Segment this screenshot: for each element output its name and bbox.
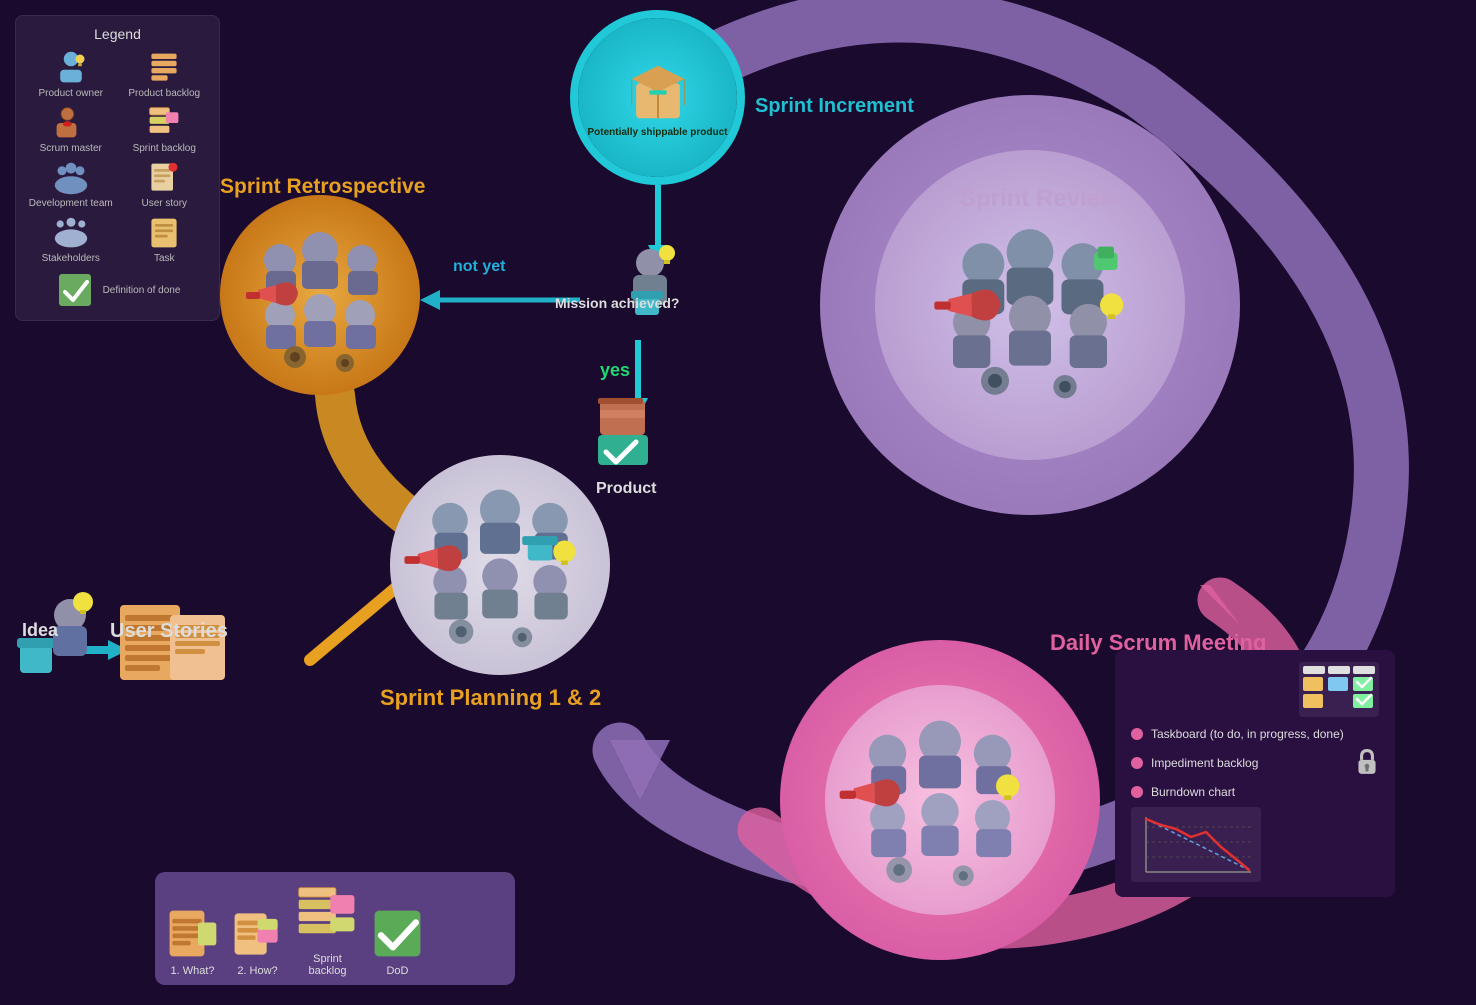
sprint-planning-box: 1. What? 2. How? Sprint backlog (155, 872, 515, 985)
product-label: Product (596, 480, 656, 498)
planning-what-icon (165, 906, 220, 961)
daily-scrum-inner (825, 685, 1055, 915)
sprint-planning-circle (390, 455, 610, 675)
mission-person-icon (615, 245, 685, 335)
planning-sprintbacklog-label: Sprint backlog (295, 953, 360, 977)
idea-label: Idea (22, 620, 58, 641)
daily-scrum-legend-panel: Taskboard (to do, in progress, done) Imp… (1115, 650, 1395, 897)
planning-sprintbacklog-icon (295, 884, 360, 949)
planning-dod-icon (370, 906, 425, 961)
sprint-retro-team-icon (240, 215, 400, 375)
user-stories-icon (115, 600, 245, 690)
burndown-dot (1131, 786, 1143, 798)
planning-dod-label: DoD (386, 965, 408, 977)
planning-how-label: 2. How? (237, 965, 277, 977)
sprint-increment-label: Sprint Increment (755, 95, 914, 118)
mission-achieved-label: Mission achieved? (555, 295, 679, 311)
user-stories-figure (115, 600, 245, 695)
daily-legend-taskboard: Taskboard (to do, in progress, done) (1131, 727, 1379, 741)
planning-how-item: 2. How? (230, 906, 285, 977)
package-icon (623, 57, 693, 127)
planning-what-label: 1. What? (170, 965, 214, 977)
not-yet-label: not yet (453, 258, 505, 276)
sprint-planning-label: Sprint Planning 1 & 2 (380, 685, 601, 711)
daily-legend-burndown: Burndown chart (1131, 785, 1379, 799)
sprint-increment-circle: Potentially shippable product (570, 10, 745, 185)
planning-what-item: 1. What? (165, 906, 220, 977)
lock-icon (1355, 749, 1379, 777)
impediment-dot (1131, 757, 1143, 769)
sprint-retrospective-circle (220, 195, 420, 395)
user-stories-label: User Stories (110, 620, 228, 643)
burndown-chart-icon (1131, 807, 1261, 882)
planning-dod-item: DoD (370, 906, 425, 977)
daily-legend-impediment: Impediment backlog (1131, 749, 1379, 777)
planning-how-icon (230, 906, 285, 961)
sprint-increment-inner: Potentially shippable product (578, 18, 737, 177)
product-icon (590, 390, 670, 480)
yes-label: yes (600, 360, 630, 381)
burndown-label: Burndown chart (1151, 785, 1235, 799)
sprint-planning-team-icon (400, 465, 600, 665)
sprint-review-team-icon (910, 200, 1150, 410)
idea-figure (15, 590, 95, 695)
mission-figure (615, 245, 685, 340)
sprint-review-label: Sprint Review (960, 185, 1119, 213)
taskboard-label: Taskboard (to do, in progress, done) (1151, 727, 1344, 741)
planning-sprintbacklog-item: Sprint backlog (295, 884, 360, 977)
product-figure (590, 390, 670, 485)
burndown-chart-mini (1131, 807, 1379, 885)
taskboard-mini-icon (1299, 662, 1379, 717)
impediment-label: Impediment backlog (1151, 756, 1258, 770)
daily-scrum-team-icon (835, 695, 1045, 905)
taskboard-dot (1131, 728, 1143, 740)
sprint-retrospective-label: Sprint Retrospective (220, 175, 425, 199)
potentially-shippable-label: Potentially shippable product (579, 127, 735, 138)
